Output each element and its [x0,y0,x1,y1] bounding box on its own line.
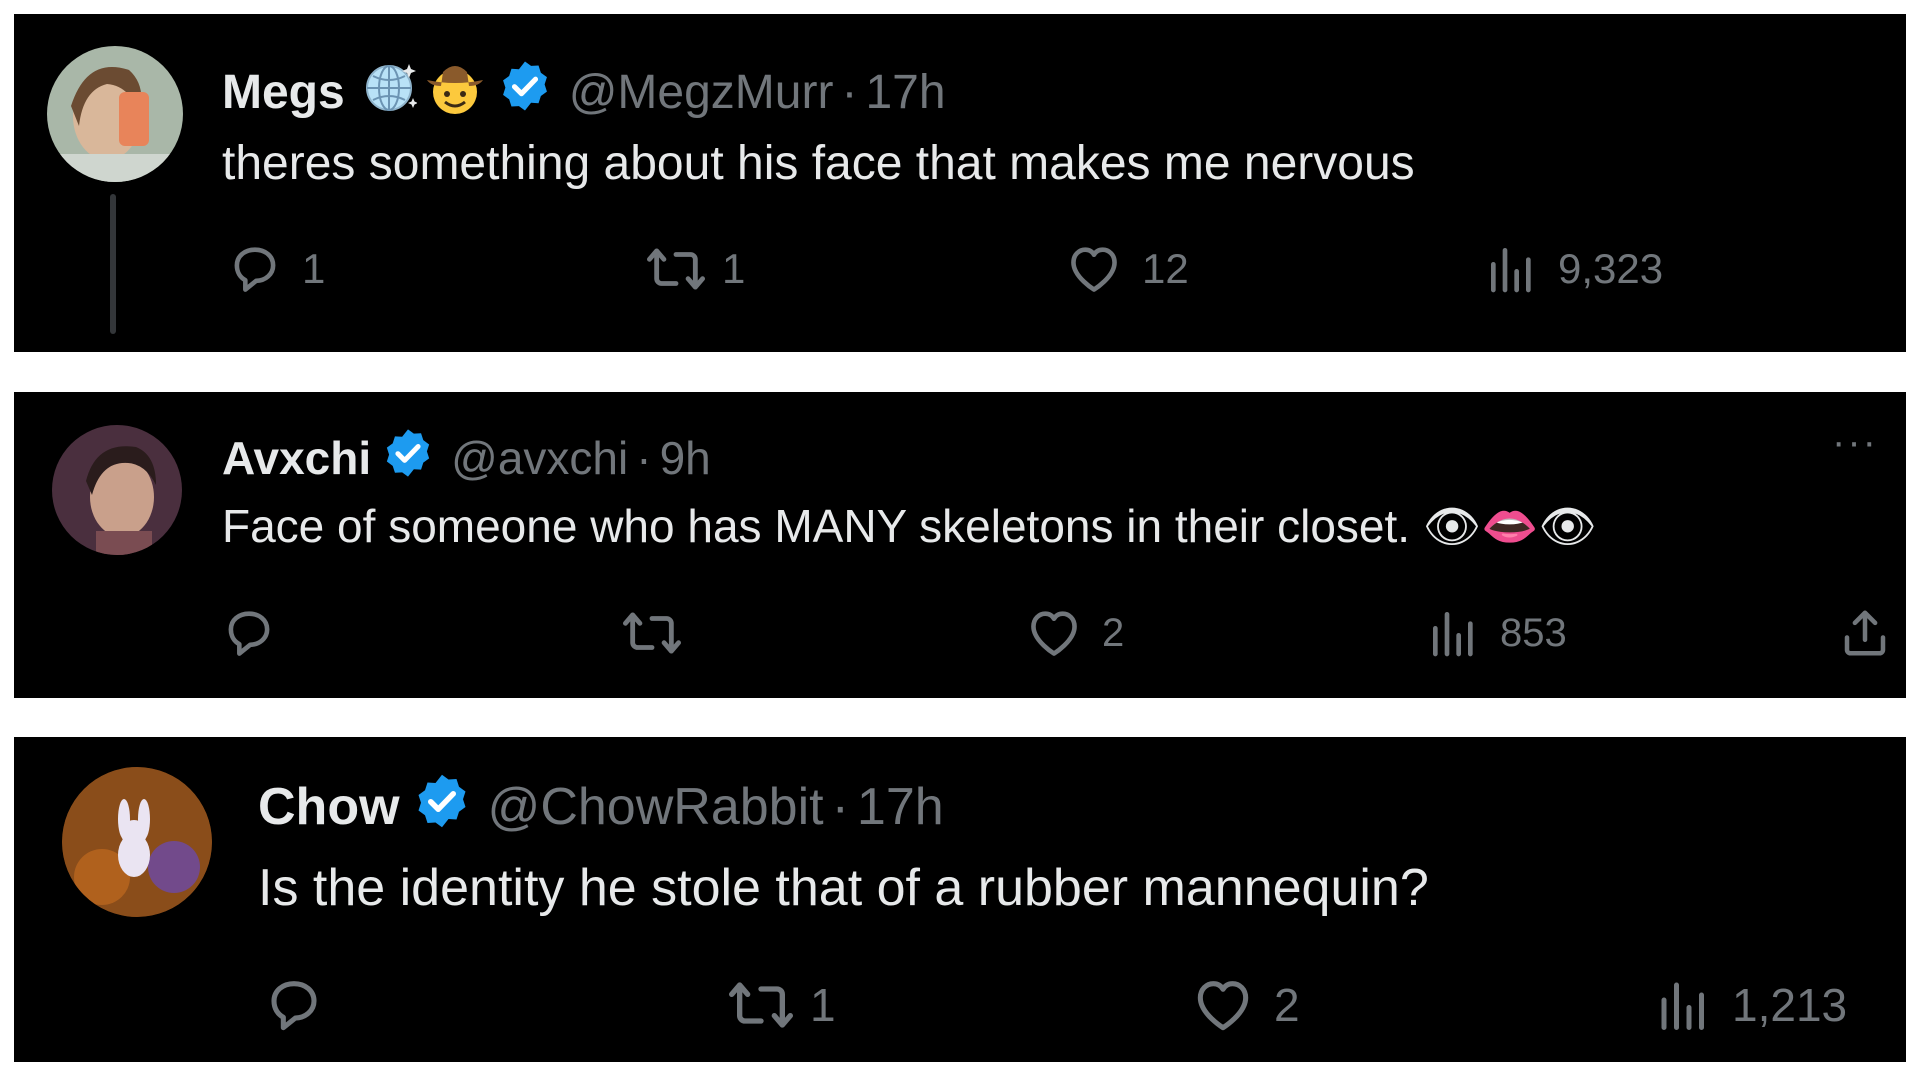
share-icon [1838,604,1892,662]
retweet-icon [726,973,796,1037]
reply-icon [226,240,284,298]
views-button[interactable]: 1,213 [1654,973,1847,1037]
tweet-text: theres something about his face that mak… [222,137,1415,190]
user-handle[interactable]: @avxchi [451,431,628,485]
heart-icon [1024,604,1084,662]
views-count: 1,213 [1732,979,1848,1031]
tweet-chow[interactable]: Chow @ChowRabbit · 17h Is the identity h… [14,737,1906,1062]
avatar[interactable] [62,767,212,917]
reply-icon [262,973,326,1037]
avatar[interactable] [47,46,183,182]
tweet-megs[interactable]: Megs @MegzMurr · 17h theres something ab… [14,14,1906,352]
like-count: 2 [1274,979,1300,1031]
separator-dot: · [636,432,652,484]
timestamp[interactable]: 17h [865,65,945,120]
separator-dot: · [841,65,858,119]
like-button[interactable]: 2 [1024,604,1124,662]
verified-badge-icon [497,58,553,126]
reply-count: 1 [302,245,326,292]
timestamp[interactable]: 9h [660,431,711,485]
separator-dot: · [831,778,849,836]
retweet-icon [620,604,684,662]
globe-sparkles-emoji-icon [361,58,418,126]
like-button[interactable]: 2 [1190,973,1300,1037]
views-icon [1426,604,1482,662]
heart-icon [1064,240,1124,298]
thread-line [110,194,116,334]
retweet-count: 1 [722,245,746,292]
retweet-button[interactable]: 1 [726,973,836,1037]
reply-button[interactable]: 1 [226,240,325,298]
reply-button[interactable] [262,973,344,1037]
views-count: 853 [1500,610,1567,655]
avatar[interactable] [52,425,182,555]
views-count: 9,323 [1558,245,1664,292]
tweet-text: Face of someone who has MANY skeletons i… [222,500,1597,552]
share-button[interactable] [1838,604,1892,662]
retweet-icon [644,240,708,298]
verified-badge-icon [412,771,472,844]
timestamp[interactable]: 17h [857,777,944,837]
reply-button[interactable] [220,604,296,662]
views-button[interactable]: 9,323 [1484,240,1663,298]
views-button[interactable]: 853 [1426,604,1567,662]
like-button[interactable]: 12 [1064,240,1189,298]
like-count: 12 [1142,245,1189,292]
retweet-count: 1 [810,979,836,1031]
more-options-button[interactable]: ··· [1832,422,1878,462]
tweet-avxchi[interactable]: Avxchi @avxchi · 9h ··· Face of someone … [14,392,1906,698]
verified-badge-icon [381,426,435,491]
user-handle[interactable]: @ChowRabbit [488,777,824,837]
display-name[interactable]: Avxchi [222,431,371,485]
retweet-button[interactable]: 1 [644,240,745,298]
heart-icon [1190,973,1256,1037]
reply-icon [220,604,278,662]
retweet-button[interactable] [620,604,702,662]
cowboy-face-emoji-icon [423,56,487,128]
views-icon [1484,240,1540,298]
user-handle[interactable]: @MegzMurr [569,65,834,120]
like-count: 2 [1102,610,1125,655]
display-name[interactable]: Chow [258,777,400,837]
tweet-text: Is the identity he stole that of a rubbe… [258,859,1429,917]
views-icon [1654,973,1714,1037]
display-name[interactable]: Megs [222,65,345,120]
